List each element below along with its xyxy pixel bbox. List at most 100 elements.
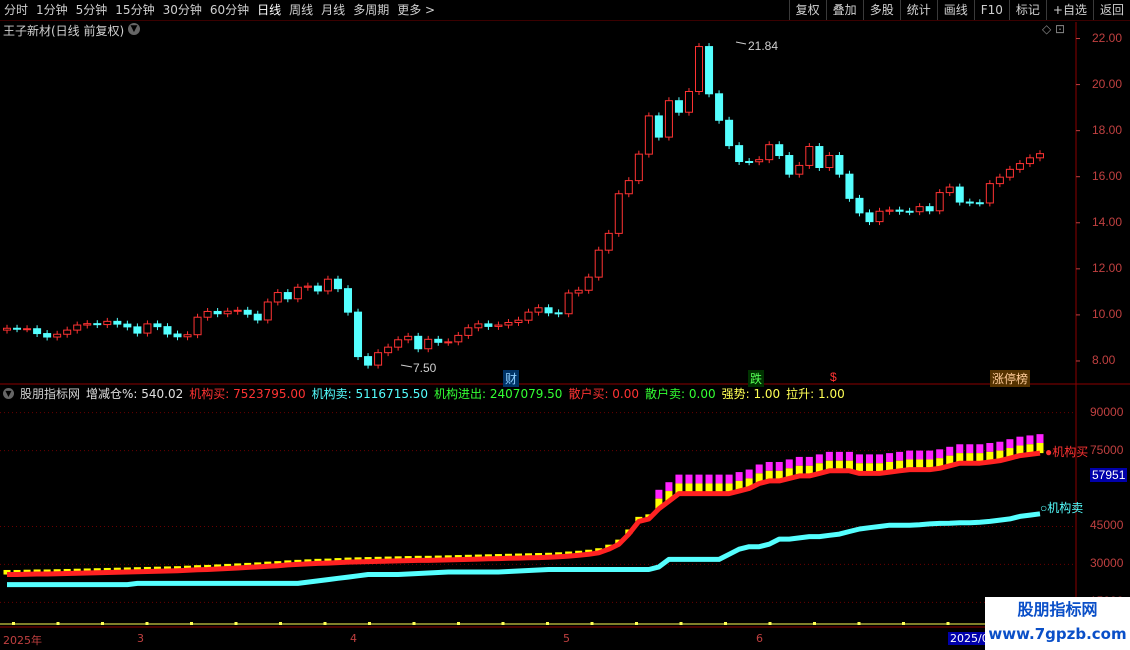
pressure-bar-magenta xyxy=(775,461,783,471)
candle-down xyxy=(895,209,904,212)
baseline-dot xyxy=(946,622,950,625)
baseline-dot xyxy=(234,622,238,625)
candle-down xyxy=(745,161,754,164)
watermark-url: www.7gpzb.com xyxy=(988,625,1127,643)
candle-up xyxy=(634,153,643,182)
pressure-bar-magenta xyxy=(755,464,763,474)
candle-up xyxy=(644,115,653,155)
pressure-bar-magenta xyxy=(685,474,693,484)
candle-down xyxy=(173,333,182,338)
candle-up xyxy=(303,285,312,288)
candle-down xyxy=(735,145,744,163)
pressure-bar-magenta xyxy=(705,474,713,484)
candle-up xyxy=(143,323,152,334)
candle-up xyxy=(624,180,633,195)
indicator-field-strength: 强势: 1.00 xyxy=(721,387,781,401)
candle-down xyxy=(414,335,423,350)
baseline-dot xyxy=(279,622,282,625)
candle-down xyxy=(775,144,784,157)
baseline-dot xyxy=(724,622,727,625)
candle-down xyxy=(434,338,443,343)
baseline-dot xyxy=(190,622,193,625)
pressure-bar-magenta xyxy=(855,454,863,464)
indicator-header: ▼ 股朋指标网 增减仓%: 540.02 机构买: 7523795.00 机构卖… xyxy=(0,385,1075,402)
candle-down xyxy=(343,288,353,313)
price-tick-label: 16.00 xyxy=(1092,168,1123,183)
candle-up xyxy=(63,329,72,335)
baseline-dot xyxy=(902,622,905,625)
date-label-june: 6 xyxy=(756,632,763,645)
baseline-dot xyxy=(768,622,772,625)
candle-up xyxy=(514,319,523,324)
chevron-down-icon[interactable]: ▼ xyxy=(3,388,14,399)
candle-down xyxy=(484,323,493,327)
watermark-title: 股朋指标网 xyxy=(1017,600,1098,619)
baseline-dot xyxy=(56,622,60,625)
pressure-bar-magenta xyxy=(906,450,914,460)
pressure-bar-magenta xyxy=(715,474,723,484)
indicator-tick-label: 75000 xyxy=(1090,442,1124,457)
pressure-bar-magenta xyxy=(655,489,663,499)
pressure-bar-magenta xyxy=(956,444,964,454)
pressure-bar-magenta xyxy=(735,472,743,481)
candle-up xyxy=(404,335,413,341)
candle-down xyxy=(965,201,974,204)
candle-up xyxy=(203,310,212,318)
chart-canvas[interactable] xyxy=(0,0,1130,650)
candle-up xyxy=(1005,168,1014,178)
baseline-dot xyxy=(635,622,638,625)
candle-up xyxy=(504,322,513,326)
baseline-dot xyxy=(12,622,15,625)
baseline-dot xyxy=(368,622,371,625)
candle-down xyxy=(313,285,322,292)
candle-up xyxy=(3,327,12,331)
candle-down xyxy=(333,278,342,290)
pressure-bar-magenta xyxy=(946,446,954,456)
candle-up xyxy=(1015,163,1024,170)
indicator-tick-label: 45000 xyxy=(1090,518,1124,533)
candle-down xyxy=(43,333,52,338)
candle-up xyxy=(885,209,894,212)
candle-down xyxy=(674,100,683,113)
candle-down xyxy=(715,93,724,121)
candle-up xyxy=(664,100,673,138)
site-watermark: 股朋指标网 www.7gpzb.com xyxy=(985,597,1130,650)
candle-down xyxy=(153,323,162,328)
high-arrow xyxy=(735,41,747,45)
event-label-dollar[interactable]: $ xyxy=(830,370,837,384)
low-arrow xyxy=(400,364,413,368)
price-tick-label: 20.00 xyxy=(1092,76,1123,91)
indicator-field-inst-net: 机构进出: 2407079.50 xyxy=(434,387,563,401)
pressure-bar-magenta xyxy=(926,450,934,460)
indicator-field-pullup: 拉升: 1.00 xyxy=(786,387,845,401)
candle-up xyxy=(534,307,543,313)
candle-down xyxy=(33,328,42,335)
pressure-bar-magenta xyxy=(725,474,733,484)
candle-down xyxy=(213,310,222,315)
indicator-tick-label: 30000 xyxy=(1090,556,1124,571)
baseline-dot xyxy=(546,622,549,625)
candle-down xyxy=(253,313,262,321)
baseline-dot xyxy=(857,622,861,625)
candle-up xyxy=(474,323,483,329)
inst-buy-tag: ●机构买 xyxy=(1045,445,1089,459)
pressure-bar-magenta xyxy=(986,443,994,452)
pressure-bar-magenta xyxy=(795,456,803,466)
candle-up xyxy=(494,324,503,327)
candle-up xyxy=(594,249,603,278)
candle-down xyxy=(544,307,553,314)
candle-up xyxy=(53,333,62,338)
candle-up xyxy=(103,320,112,326)
candle-up xyxy=(1035,153,1044,159)
price-tick-label: 18.00 xyxy=(1092,122,1123,137)
candle-down xyxy=(133,326,142,334)
baseline-dot xyxy=(101,622,104,625)
candle-up xyxy=(293,286,302,300)
baseline-dot xyxy=(412,622,416,625)
baseline-dot xyxy=(501,622,505,625)
pressure-bar-magenta xyxy=(865,454,874,464)
indicator-name[interactable]: 股朋指标网 xyxy=(20,385,80,402)
candle-up xyxy=(805,146,814,166)
candle-up xyxy=(83,323,92,326)
candle-up xyxy=(684,90,693,113)
